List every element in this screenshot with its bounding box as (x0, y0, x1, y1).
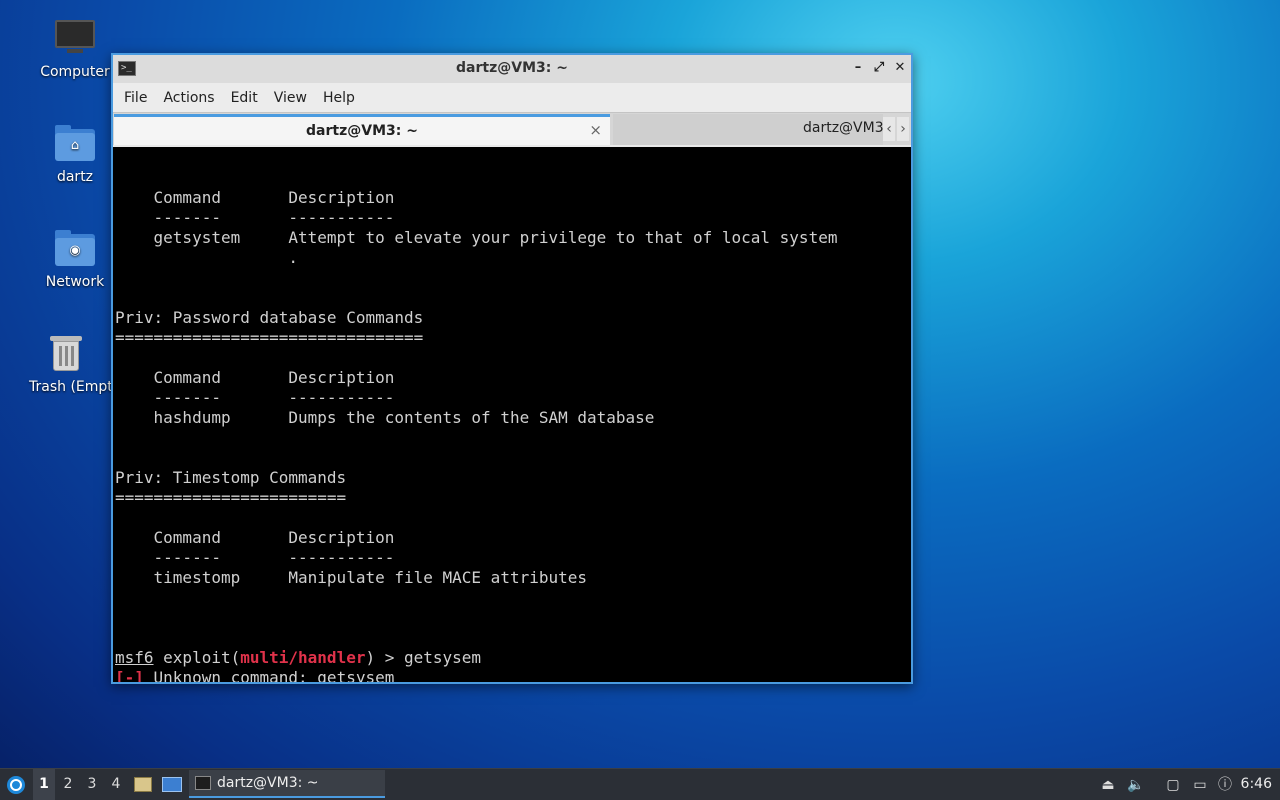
terminal-line: ------- ----------- (115, 548, 395, 567)
terminal-line: . (115, 248, 299, 267)
home-folder-icon: ⌂ (53, 121, 97, 165)
network-icon[interactable]: ▭ (1191, 776, 1209, 794)
menu-view[interactable]: View (267, 90, 314, 106)
lubuntu-logo-icon (7, 776, 25, 794)
eject-icon[interactable]: ⏏ (1099, 776, 1117, 794)
tab-label: dartz@VM3: ~ (306, 123, 418, 139)
terminal-line: ================================ (115, 328, 424, 347)
prompt-text: ) > (365, 648, 404, 667)
tab-scroll-right-icon[interactable]: › (897, 117, 909, 141)
menu-actions[interactable]: Actions (156, 90, 221, 106)
desktop-icon-trash[interactable]: Trash (Empty) (20, 331, 112, 395)
terminal-line: ------- ----------- (115, 388, 395, 407)
show-desktop-icon[interactable] (162, 769, 184, 800)
workspace-4[interactable]: 4 (105, 769, 127, 800)
workspace-1[interactable]: 1 (33, 769, 55, 800)
terminal-line: hashdump Dumps the contents of the SAM d… (115, 408, 655, 427)
terminal-line: Command Description (115, 368, 395, 387)
menu-bar: File Actions Edit View Help (113, 83, 911, 112)
computer-icon (53, 16, 97, 60)
trash-icon (44, 331, 88, 375)
window-title: dartz@VM3: ~ (456, 60, 568, 76)
tab-label: dartz@VM3: ~ (803, 120, 883, 136)
taskbar: 1 2 3 4 dartz@VM3: ~ ⏏ 🔈 ▢ ▭ ⓘ 6:46 (0, 768, 1280, 800)
tab-terminal-1[interactable]: dartz@VM3: ~ × (114, 114, 610, 145)
terminal-icon (195, 776, 211, 790)
terminal-output[interactable]: Command Description ------- ----------- … (113, 147, 911, 682)
terminal-line: Command Description (115, 528, 395, 547)
menu-edit[interactable]: Edit (224, 90, 265, 106)
terminal-line: Command Description (115, 188, 395, 207)
prompt-module: multi/handler (240, 648, 366, 667)
terminal-prompt-line: msf6 exploit(multi/handler) > getsysem (115, 648, 911, 668)
error-message: Unknown command: getsysem (143, 668, 395, 682)
terminal-line: ------- ----------- (115, 208, 395, 227)
window-titlebar[interactable]: >_ dartz@VM3: ~ – ⤢ ✕ (113, 55, 911, 83)
prompt-command: getsysem (404, 648, 482, 667)
clock[interactable]: 6:46 (1241, 769, 1272, 800)
notification-icon[interactable]: ⓘ (1216, 776, 1234, 794)
task-label: dartz@VM3: ~ (217, 775, 319, 791)
tab-bar: dartz@VM3: ~ × dartz@VM3: ~ ‹ › (113, 112, 911, 145)
file-manager-icon[interactable] (134, 769, 154, 800)
terminal-error-line: [-] Unknown command: getsysem (115, 668, 911, 682)
minimize-button[interactable]: – (850, 60, 866, 75)
terminal-line: Priv: Timestomp Commands (115, 468, 347, 487)
tab-close-icon[interactable]: × (589, 121, 602, 139)
taskbar-task-terminal[interactable]: dartz@VM3: ~ (189, 770, 385, 798)
terminal-line: timestomp Manipulate file MACE attribute… (115, 568, 588, 587)
prompt-text: exploit( (153, 648, 241, 667)
tab-scroll-left-icon[interactable]: ‹ (883, 117, 895, 141)
clipboard-icon[interactable]: ▢ (1164, 776, 1182, 794)
volume-icon[interactable]: 🔈 (1127, 776, 1145, 794)
tab-terminal-2[interactable]: dartz@VM3: ~ (613, 114, 883, 145)
network-folder-icon: ◉ (53, 226, 97, 270)
close-button[interactable]: ✕ (892, 60, 908, 75)
prompt-prefix: msf6 (115, 648, 154, 667)
workspace-2[interactable]: 2 (57, 769, 79, 800)
error-tag: [-] (115, 668, 144, 682)
desktop-icon-label: Trash (Empty) (29, 379, 112, 395)
terminal-line: Priv: Password database Commands (115, 308, 424, 327)
start-menu-button[interactable] (4, 769, 28, 800)
terminal-line: ======================== (115, 488, 347, 507)
terminal-line: getsystem Attempt to elevate your privil… (115, 228, 838, 247)
maximize-button[interactable]: ⤢ (871, 60, 887, 75)
menu-file[interactable]: File (117, 90, 154, 106)
workspace-3[interactable]: 3 (81, 769, 103, 800)
menu-help[interactable]: Help (316, 90, 362, 106)
terminal-window: >_ dartz@VM3: ~ – ⤢ ✕ File Actions Edit … (111, 53, 913, 684)
